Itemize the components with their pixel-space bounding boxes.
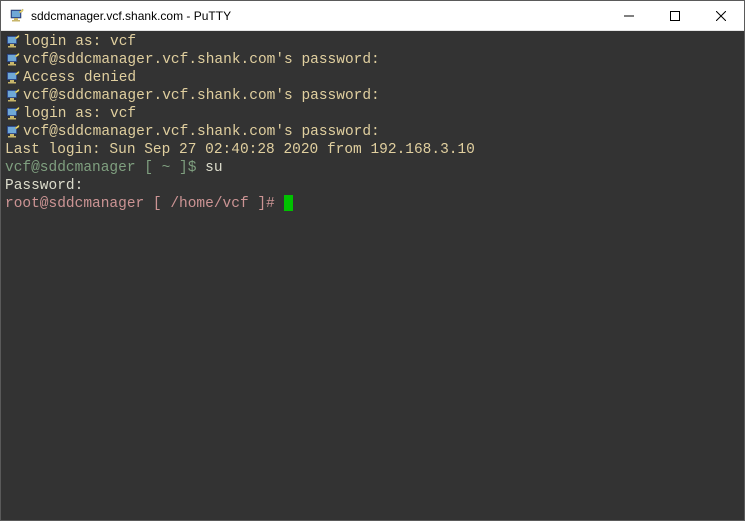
terminal-text: su: [205, 159, 222, 177]
terminal-text: Access denied: [23, 69, 136, 87]
terminal-text: vcf@sddcmanager.vcf.shank.com's password…: [23, 51, 380, 69]
terminal-text: login as: vcf: [23, 33, 136, 51]
terminal-text: vcf@sddcmanager.vcf.shank.com's password…: [23, 123, 380, 141]
terminal-cursor: [284, 195, 293, 211]
terminal-line: root@sddcmanager [ /home/vcf ]#: [5, 195, 740, 213]
terminal-text: Password:: [5, 177, 83, 195]
terminal-area[interactable]: login as: vcf vcf@sddcmanager.vcf.shank.…: [1, 31, 744, 520]
maximize-button[interactable]: [652, 1, 698, 30]
close-button[interactable]: [698, 1, 744, 30]
putty-window: sddcmanager.vcf.shank.com - PuTTY login …: [0, 0, 745, 521]
putty-prompt-icon: [5, 52, 21, 68]
terminal-line: vcf@sddcmanager [ ~ ]$ su: [5, 159, 740, 177]
terminal-line: Password:: [5, 177, 740, 195]
terminal-text: Last login: Sun Sep 27 02:40:28 2020 fro…: [5, 141, 475, 159]
putty-prompt-icon: [5, 70, 21, 86]
terminal-line: login as: vcf: [5, 105, 740, 123]
putty-prompt-icon: [5, 106, 21, 122]
terminal-text: root@sddcmanager [ /home/vcf ]#: [5, 195, 283, 213]
terminal-text: login as: vcf: [23, 105, 136, 123]
window-controls: [606, 1, 744, 30]
putty-prompt-icon: [5, 88, 21, 104]
terminal-line: Last login: Sun Sep 27 02:40:28 2020 fro…: [5, 141, 740, 159]
minimize-button[interactable]: [606, 1, 652, 30]
window-title: sddcmanager.vcf.shank.com - PuTTY: [31, 9, 606, 23]
titlebar[interactable]: sddcmanager.vcf.shank.com - PuTTY: [1, 1, 744, 31]
putty-icon: [9, 8, 25, 24]
terminal-line: Access denied: [5, 69, 740, 87]
terminal-text: vcf@sddcmanager [ ~ ]$: [5, 159, 205, 177]
terminal-line: vcf@sddcmanager.vcf.shank.com's password…: [5, 123, 740, 141]
putty-prompt-icon: [5, 124, 21, 140]
terminal-line: vcf@sddcmanager.vcf.shank.com's password…: [5, 51, 740, 69]
putty-prompt-icon: [5, 34, 21, 50]
terminal-line: login as: vcf: [5, 33, 740, 51]
terminal-line: vcf@sddcmanager.vcf.shank.com's password…: [5, 87, 740, 105]
terminal-text: vcf@sddcmanager.vcf.shank.com's password…: [23, 87, 380, 105]
